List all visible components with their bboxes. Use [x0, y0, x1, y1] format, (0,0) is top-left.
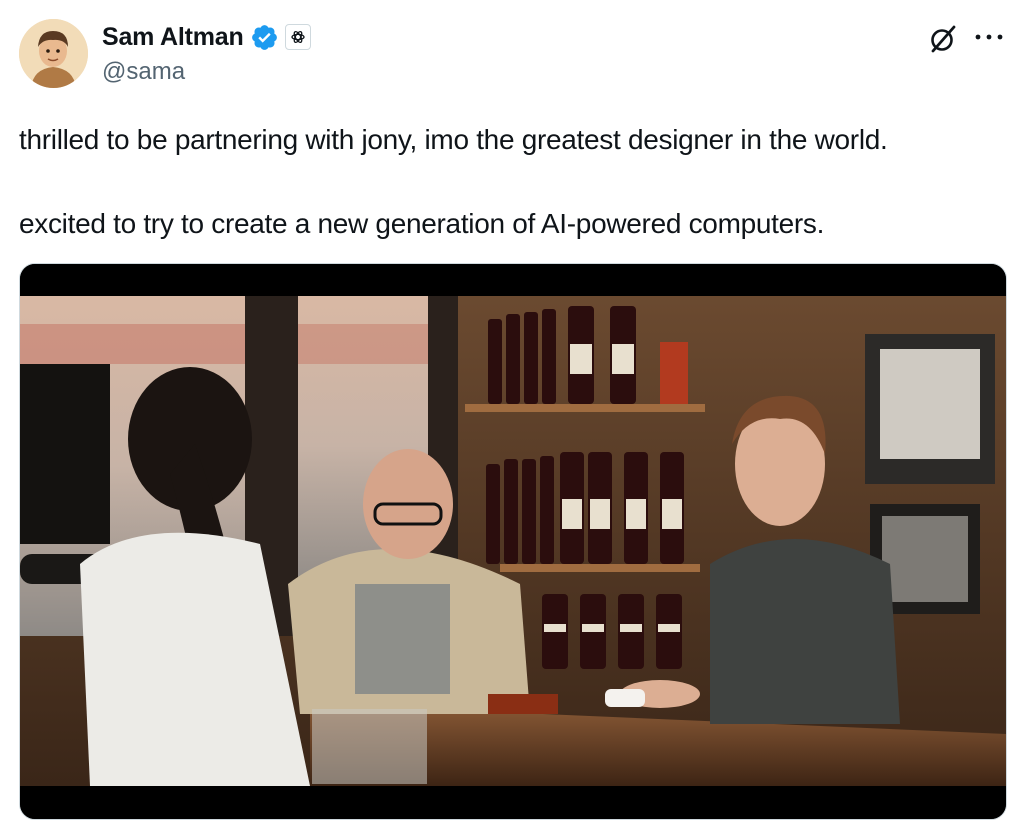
tweet-text: thrilled to be partnering with jony, imo…	[19, 120, 1009, 244]
openai-logo-icon[interactable]	[284, 24, 311, 50]
grok-icon[interactable]	[926, 22, 960, 56]
cartoon-avatar-icon	[19, 19, 88, 88]
author-handle[interactable]: @sama	[102, 58, 185, 86]
tweet-media-video[interactable]	[19, 263, 1007, 820]
tweet-paragraph: excited to try to create a new generatio…	[19, 208, 825, 239]
tweet-paragraph: thrilled to be partnering with jony, imo…	[19, 124, 888, 155]
author-name-row: Sam Altman	[102, 20, 311, 54]
video-still-image	[20, 264, 1006, 819]
more-dots-icon[interactable]	[972, 28, 1006, 46]
author-display-name[interactable]: Sam Altman	[102, 23, 244, 52]
verified-badge-icon[interactable]	[250, 23, 279, 52]
avatar[interactable]	[19, 19, 88, 88]
